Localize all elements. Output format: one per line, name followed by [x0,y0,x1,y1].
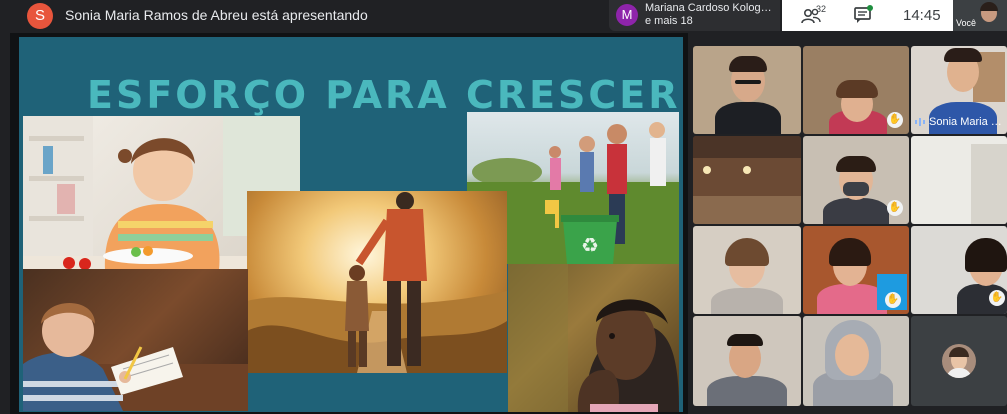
face-mask [843,182,869,196]
slide-title: ESFORÇO PARA CRESCER [87,73,681,117]
participant-name: Mariana Cardoso Kolog… [645,2,772,14]
participant-tile[interactable]: ✋ [803,136,909,224]
ceiling-light [743,166,751,174]
participant-hair [829,238,871,266]
photo-parent-child-sunset [247,191,507,373]
photo-boy-writing [23,269,248,411]
participant-avatar [942,344,976,378]
wall-background [693,196,801,224]
hand-raised-icon: ✋ [989,290,1005,306]
participant-tile[interactable] [803,316,909,406]
participant-body [823,198,889,224]
shared-slide: ESFORÇO PARA CRESCER ♻ [19,37,683,412]
participant-hair [965,238,1007,272]
participant-tile[interactable] [693,46,801,134]
participant-avatar: M [616,4,638,26]
participants-grid: ✋ Sonia Maria … ✋ ✋ ✋ [691,44,1007,414]
participant-body [707,376,787,406]
active-speaker-tile[interactable]: Sonia Maria … [911,46,1007,134]
top-bar: S Sonia Maria Ramos de Abreu está aprese… [0,0,1007,31]
participant-tile[interactable] [693,316,801,406]
mic-active-icon [915,118,925,126]
presenting-status: Sonia Maria Ramos de Abreu está apresent… [65,7,368,23]
participant-tile[interactable] [693,226,801,314]
participant-tile[interactable]: ✋ [911,226,1007,314]
participant-tile[interactable]: ✋ [803,226,909,314]
presenter-avatar: S [27,3,53,29]
ceiling-background [693,136,801,158]
hand-raised-icon: ✋ [887,112,903,128]
self-label: Você [956,18,977,28]
wall-background [971,144,1007,224]
participant-tile[interactable] [693,136,801,224]
hand-raised-icon: ✋ [887,200,903,216]
participant-hair [944,48,982,62]
active-speaker-chip[interactable]: M Mariana Cardoso Kolog… e mais 18 [609,0,780,31]
participant-body [715,102,781,134]
speaker-name-label: Sonia Maria … [929,116,1002,128]
participant-hair [836,156,876,172]
participant-avatar-tile[interactable] [911,316,1007,406]
people-count: 32 [816,4,827,14]
participant-face [835,334,869,376]
participant-hair [725,238,769,266]
participant-glasses [735,80,761,84]
participant-hair [729,56,767,72]
participant-tile[interactable] [911,136,1007,224]
participant-hair [836,80,878,98]
self-view-tile[interactable]: Você [953,0,1007,31]
participant-tile[interactable]: ✋ [803,46,909,134]
more-participants: e mais 18 [645,15,693,27]
ceiling-light [703,166,711,174]
chat-notification-dot [867,5,873,11]
presentation-view[interactable]: ESFORÇO PARA CRESCER ♻ [10,33,688,414]
svg-text:♻: ♻ [581,233,599,257]
hand-raised-icon: ✋ [885,292,901,308]
meeting-clock: 14:45 [903,7,941,24]
participant-body [711,288,783,314]
participant-hair [727,334,763,346]
meeting-controls: 32 14:45 [782,0,953,31]
photo-girl-praying [508,264,679,412]
self-avatar-hair [980,2,998,11]
